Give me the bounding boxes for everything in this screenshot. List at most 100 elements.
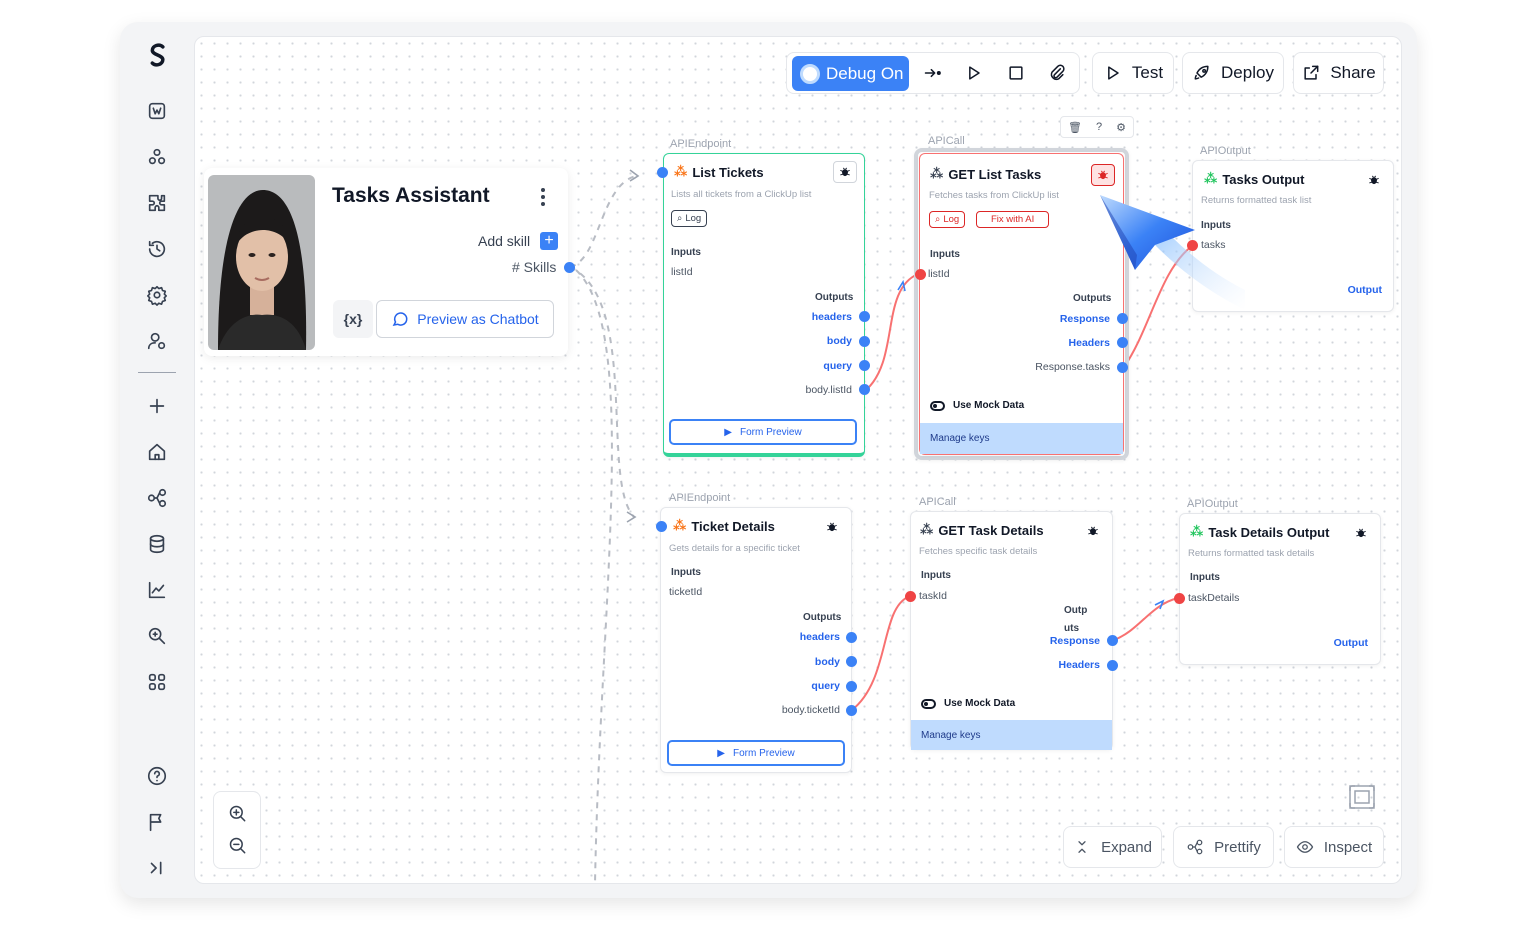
node-type-label: APICall [928,135,965,147]
node-type-label: APICall [919,496,956,508]
plus-icon[interactable] [142,391,172,421]
settings-icon[interactable]: ⚙ [1116,121,1126,134]
search-analytics-icon[interactable] [142,621,172,651]
node-title-text: Tasks Output [1222,171,1305,187]
chat-icon [392,312,408,327]
debug-bug-button[interactable] [1081,520,1105,542]
output-field: headers [811,311,852,323]
output-port[interactable] [846,656,857,667]
expand-button[interactable]: Expand [1063,826,1162,868]
expand-sidebar-icon[interactable] [142,853,172,883]
node-description: Gets details for a specific ticket [669,543,800,554]
zoom-out-icon[interactable] [226,834,250,858]
form-preview-button[interactable]: ▶ Form Preview [667,740,845,766]
output-label: Output [1333,637,1368,649]
stop-icon[interactable] [1003,60,1029,86]
output-port[interactable] [1117,313,1128,324]
node-title: ⁂ List Tickets [674,164,764,180]
test-label: Test [1131,63,1164,82]
output-port[interactable] [859,384,870,395]
output-port[interactable] [1107,660,1118,671]
variables-button[interactable]: {x} [333,300,373,338]
user-settings-icon[interactable] [142,326,172,356]
output-port[interactable] [1117,362,1128,373]
output-port[interactable] [859,311,870,322]
node-input-port[interactable] [656,521,667,532]
node-description: Fetches specific task details [919,546,1038,557]
play-icon [1107,66,1119,80]
log-button[interactable]: ⌕ Log [671,210,708,227]
output-port[interactable] [859,336,870,347]
output-port[interactable] [1117,337,1128,348]
output-port[interactable] [1107,635,1118,646]
settings-icon[interactable] [142,280,172,310]
input-port[interactable] [905,591,916,602]
add-skill-button[interactable]: + [540,232,558,250]
form-preview-button[interactable]: ▶ Form Preview [669,419,857,445]
workspace-icon[interactable] [142,96,172,126]
mock-data-toggle[interactable]: Use Mock Data [921,698,1015,709]
node-description: Fetches tasks from ClickUp list [929,190,1059,201]
input-port[interactable] [1187,240,1198,251]
debug-bug-button[interactable] [1362,169,1386,191]
endpoint-icon: ⁂ [674,164,688,179]
bug-icon [827,522,837,532]
apps-grid-icon[interactable] [142,667,172,697]
deploy-button[interactable]: Deploy [1182,52,1284,94]
output-port[interactable] [846,681,857,692]
trash-icon[interactable]: 🗑 [1068,121,1082,134]
debug-toggle-button[interactable]: Debug On [792,56,909,91]
help-icon[interactable] [142,761,172,791]
input-port[interactable] [1174,593,1185,604]
output-port[interactable] [846,632,857,643]
flag-icon[interactable] [142,807,172,837]
workflow-icon[interactable] [142,483,172,513]
debug-bug-button[interactable] [820,516,844,538]
manage-keys-button[interactable]: Manage keys [911,720,1112,750]
step-over-icon[interactable] [920,60,946,86]
inputs-heading: Inputs [1201,220,1231,231]
share-button[interactable]: Share [1293,52,1384,94]
output-field: Headers [1058,659,1100,671]
more-options-icon[interactable] [536,186,550,208]
node-title-text: Task Details Output [1208,524,1330,540]
app-logo-icon[interactable] [142,40,172,70]
inspect-label: Inspect [1323,838,1373,856]
input-field: listId [928,268,950,280]
debug-bug-button[interactable] [1349,522,1373,544]
fit-view-icon[interactable] [1347,783,1377,811]
layout-graph-icon [1187,839,1203,855]
inputs-heading: Inputs [921,570,951,581]
agents-icon[interactable] [142,142,172,172]
database-icon[interactable] [142,529,172,559]
preview-label: Preview as Chatbot [417,311,539,327]
inspect-button[interactable]: Inspect [1284,826,1384,868]
fix-with-ai-button[interactable]: Fix with AI [976,211,1050,228]
inputs-heading: Inputs [671,247,701,258]
history-icon[interactable] [142,234,172,264]
manage-keys-button[interactable]: Manage keys [920,423,1123,454]
zoom-in-icon[interactable] [226,802,250,826]
preview-chatbot-button[interactable]: Preview as Chatbot [376,300,554,338]
log-button[interactable]: ⌕ Log [929,211,966,228]
input-port[interactable] [915,269,926,280]
run-icon[interactable] [961,60,987,86]
node-input-port[interactable] [657,167,668,178]
test-button[interactable]: Test [1092,52,1174,94]
node-title-text: List Tickets [692,164,764,180]
attachment-icon[interactable] [1044,60,1070,86]
output-port[interactable] [846,705,857,716]
prettify-button[interactable]: Prettify [1173,826,1274,868]
analytics-icon[interactable] [142,575,172,605]
node-type-label: APIEndpoint [669,492,731,504]
debug-bug-button[interactable] [1091,164,1115,186]
mock-data-toggle[interactable]: Use Mock Data [930,400,1024,411]
debug-bug-button[interactable] [833,161,857,183]
eye-icon [1296,841,1313,853]
puzzle-icon[interactable] [142,188,172,218]
output-port[interactable] [859,360,870,371]
api-call-icon: ⁂ [930,166,944,181]
skills-port[interactable] [564,262,575,273]
help-icon[interactable]: ? [1096,121,1102,133]
home-icon[interactable] [142,437,172,467]
